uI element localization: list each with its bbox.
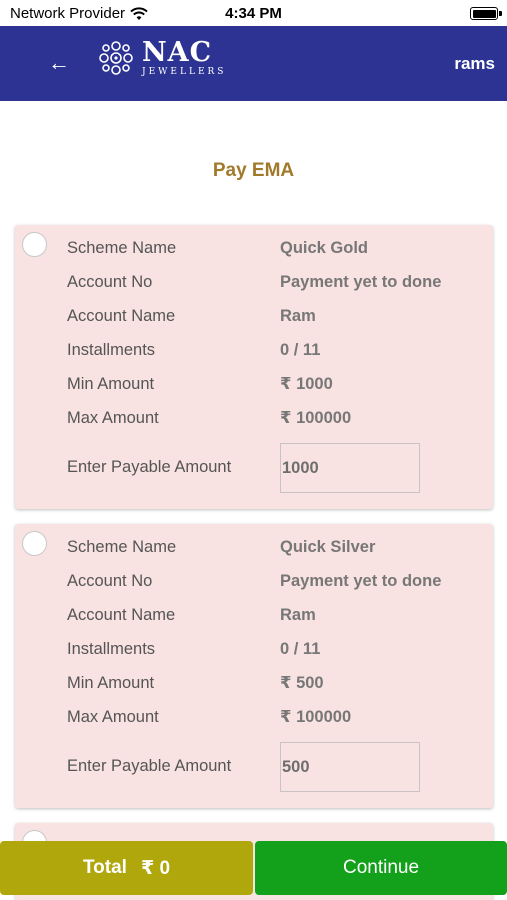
- scheme-card: Scheme Name Quick Gold Account No Paymen…: [15, 225, 493, 509]
- max-amount-label: Max Amount: [67, 408, 159, 427]
- account-no-row: Account No Payment yet to done: [67, 270, 483, 294]
- account-name-label: Account Name: [67, 306, 176, 325]
- installments-label: Installments: [67, 340, 156, 359]
- app-header: ← NAC JEWELLERS rams: [0, 26, 507, 101]
- min-amount-row: Min Amount ₹ 1000: [67, 372, 483, 396]
- payable-amount-input[interactable]: [280, 742, 420, 792]
- account-name-label: Account Name: [67, 605, 176, 624]
- max-amount-label: Max Amount: [67, 707, 159, 726]
- installments-row: Installments 0 / 11: [67, 637, 483, 661]
- total-label: Total: [82, 857, 127, 878]
- battery-icon: [470, 7, 502, 20]
- installments-row: Installments 0 / 11: [67, 338, 483, 362]
- scheme-name-row: Scheme Name Quick Gold: [67, 236, 483, 260]
- installments-label: Installments: [67, 639, 156, 658]
- continue-button[interactable]: Continue: [255, 841, 507, 895]
- nac-emblem-icon: [99, 41, 133, 75]
- scheme-name-label: Scheme Name: [67, 537, 177, 556]
- total-value: ₹ 0: [140, 857, 171, 879]
- account-name-value: Ram: [280, 605, 316, 624]
- account-name-row: Account Name Ram: [67, 304, 483, 328]
- account-no-label: Account No: [67, 571, 153, 590]
- max-amount-value: ₹ 100000: [280, 708, 352, 726]
- account-no-label: Account No: [67, 272, 153, 291]
- account-no-row: Account No Payment yet to done: [67, 569, 483, 593]
- min-amount-value: ₹ 500: [280, 674, 324, 692]
- logo-subtitle: JEWELLERS: [142, 66, 227, 77]
- page-title: Pay EMA: [212, 160, 295, 181]
- logo-title: NAC: [142, 36, 213, 68]
- payable-amount-label: Enter Payable Amount: [67, 757, 232, 775]
- account-name-row: Account Name Ram: [67, 603, 483, 627]
- status-bar: Network Provider 4:34 PM: [0, 0, 507, 26]
- scheme-name-value: Quick Gold: [280, 238, 369, 257]
- total-button[interactable]: Total ₹ 0: [0, 841, 253, 895]
- scheme-select-radio[interactable]: [22, 232, 47, 257]
- scheme-name-value: Quick Silver: [280, 537, 376, 556]
- payable-amount-label: Enter Payable Amount: [67, 458, 232, 476]
- min-amount-label: Min Amount: [67, 673, 155, 692]
- scheme-name-label: Scheme Name: [67, 238, 177, 257]
- scheme-select-radio[interactable]: [22, 531, 47, 556]
- max-amount-value: ₹ 100000: [280, 409, 352, 427]
- min-amount-row: Min Amount ₹ 500: [67, 671, 483, 695]
- scheme-name-row: Scheme Name Quick Silver: [67, 535, 483, 559]
- max-amount-row: Max Amount ₹ 100000: [67, 406, 483, 430]
- min-amount-value: ₹ 1000: [280, 375, 333, 393]
- installments-value: 0 / 11: [280, 639, 321, 658]
- status-time: 4:34 PM: [225, 5, 282, 22]
- min-amount-label: Min Amount: [67, 374, 155, 393]
- account-name-value: Ram: [280, 306, 316, 325]
- arrow-left-icon[interactable]: ←: [46, 50, 72, 76]
- account-no-value: Payment yet to done: [280, 571, 442, 590]
- max-amount-row: Max Amount ₹ 100000: [67, 705, 483, 729]
- scheme-card: Scheme Name Quick Silver Account No Paym…: [15, 524, 493, 808]
- payable-amount-input[interactable]: [280, 443, 420, 493]
- account-no-value: Payment yet to done: [280, 272, 442, 291]
- brand-logo: NAC JEWELLERS: [96, 38, 226, 78]
- user-name[interactable]: rams: [454, 54, 495, 74]
- bottom-action-bar: Total ₹ 0 Continue: [0, 841, 507, 895]
- installments-value: 0 / 11: [280, 340, 321, 359]
